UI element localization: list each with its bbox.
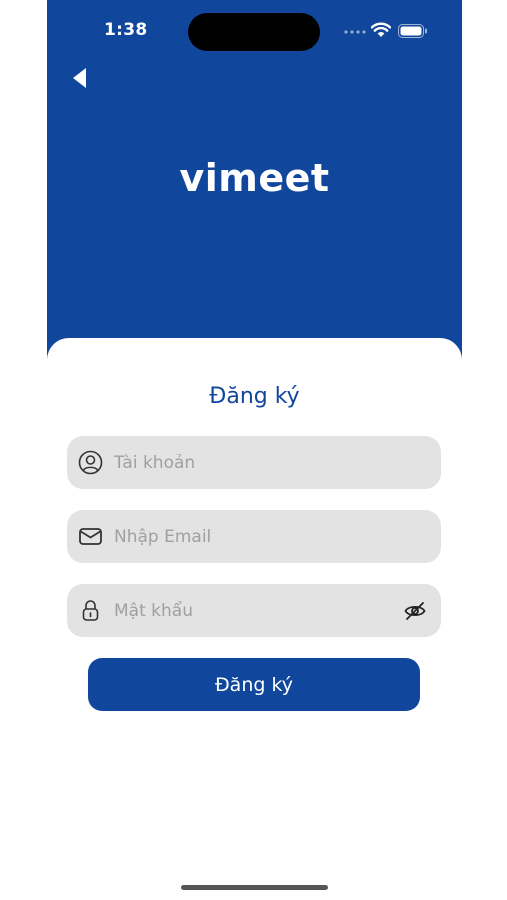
user-circle-icon — [78, 450, 103, 475]
back-triangle-icon — [73, 68, 86, 88]
brand-logo: vimeet — [179, 156, 330, 200]
status-bar: 1:38 — [47, 0, 462, 62]
signup-screen: 1:38 vimeet Đăng ký Tài khoản Nhập Email… — [0, 0, 507, 900]
email-field[interactable] — [67, 510, 441, 563]
email-input[interactable] — [114, 510, 394, 563]
back-button[interactable] — [68, 63, 92, 93]
status-time: 1:38 — [104, 20, 148, 40]
signup-button[interactable]: Đăng ký — [88, 658, 420, 711]
password-input[interactable] — [114, 584, 394, 637]
eye-slash-icon[interactable] — [403, 599, 427, 623]
battery-icon — [398, 24, 427, 38]
wifi-icon — [371, 22, 391, 37]
username-field[interactable] — [67, 436, 441, 489]
envelope-icon — [79, 528, 102, 545]
password-field[interactable] — [67, 584, 441, 637]
home-indicator — [181, 885, 328, 890]
dynamic-island — [188, 13, 320, 51]
cellular-signal-icon — [344, 30, 366, 34]
username-input[interactable] — [114, 436, 394, 489]
form-title: Đăng ký — [209, 384, 300, 409]
lock-icon — [82, 600, 99, 621]
